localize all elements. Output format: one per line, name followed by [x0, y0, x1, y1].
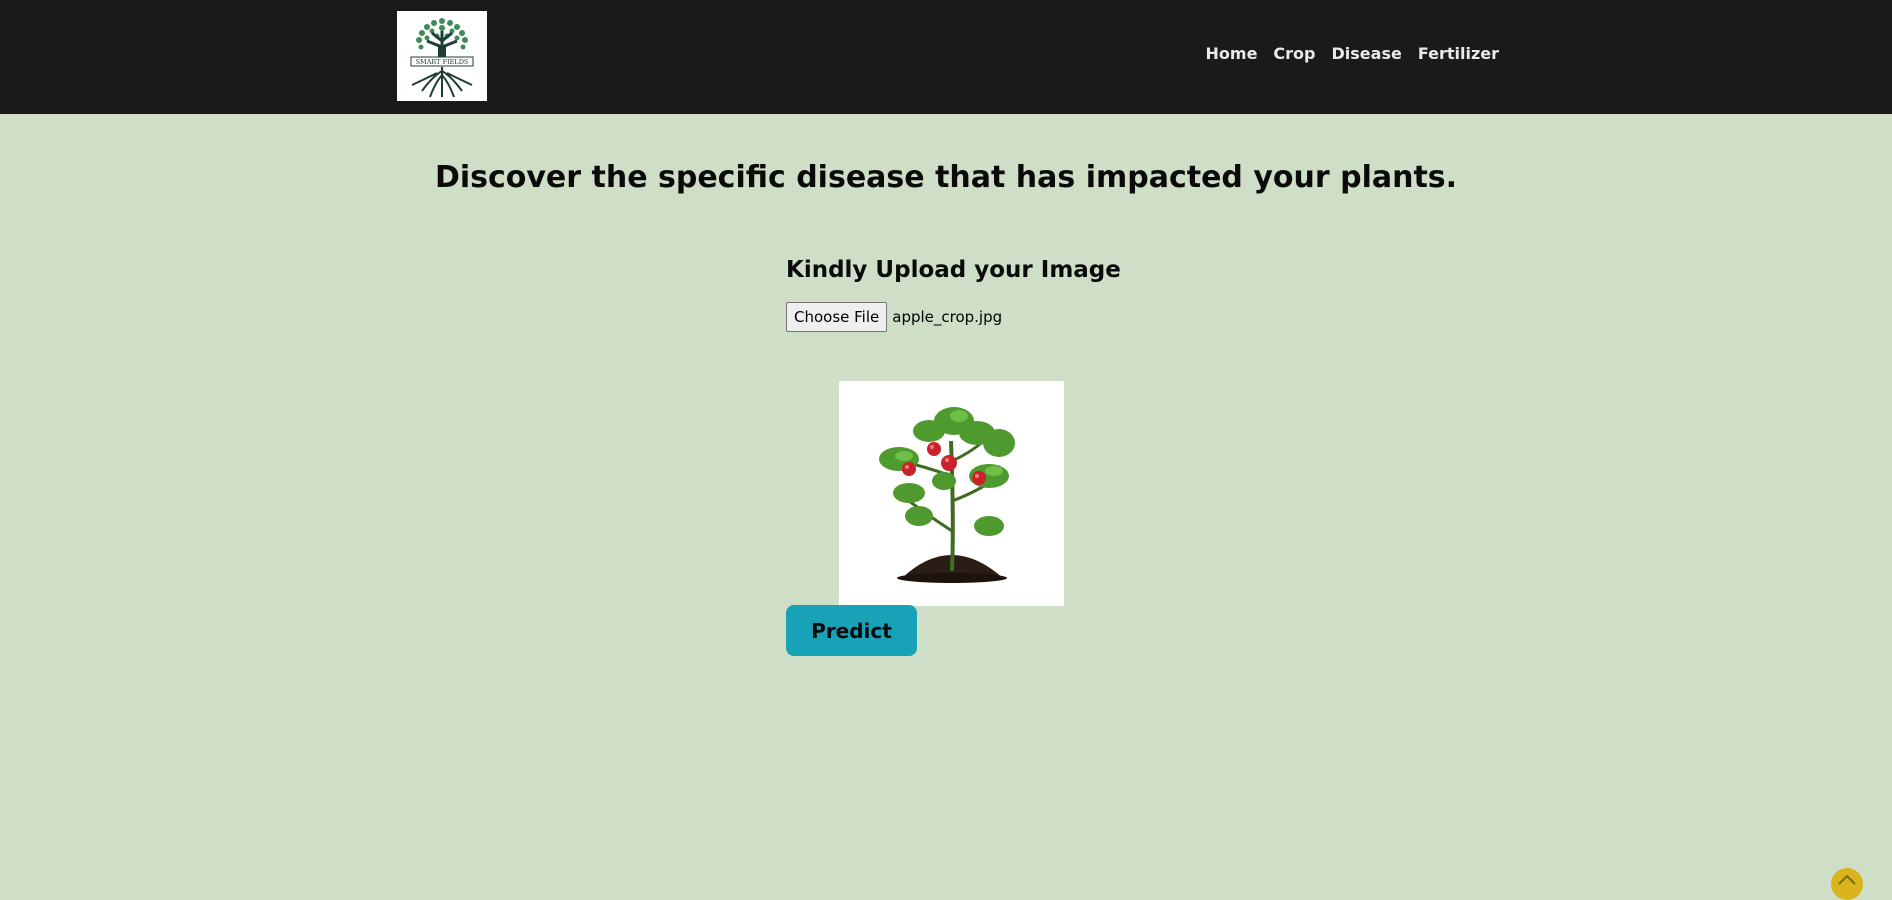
page-title: Discover the specific disease that has i… — [434, 160, 1458, 195]
tree-logo-icon: SMART FIELDS — [410, 18, 474, 98]
plant-image — [839, 381, 1064, 606]
choose-file-button[interactable]: Choose File — [786, 302, 888, 332]
nav-crop[interactable]: Crop — [1273, 44, 1315, 63]
upload-heading: Kindly Upload your Image — [786, 257, 1121, 283]
navbar: SMART FIELDS Home Crop Disease Fertilize… — [0, 0, 1892, 114]
nav-fertilizer[interactable]: Fertilizer — [1418, 44, 1499, 63]
svg-text:SMART FIELDS: SMART FIELDS — [416, 58, 469, 66]
predict-button[interactable]: Predict — [786, 605, 917, 656]
nav-disease[interactable]: Disease — [1332, 44, 1402, 63]
chevron-up-icon — [1838, 874, 1856, 885]
main-nav: Home Crop Disease Fertilizer — [1206, 44, 1499, 63]
nav-home[interactable]: Home — [1206, 44, 1258, 63]
scroll-to-top-button[interactable] — [1831, 868, 1863, 900]
file-input: Choose File apple_crop.jpg — [786, 302, 1002, 332]
uploaded-image-preview — [839, 381, 1064, 606]
site-logo[interactable]: SMART FIELDS — [397, 11, 487, 101]
selected-file-name: apple_crop.jpg — [892, 308, 1003, 326]
